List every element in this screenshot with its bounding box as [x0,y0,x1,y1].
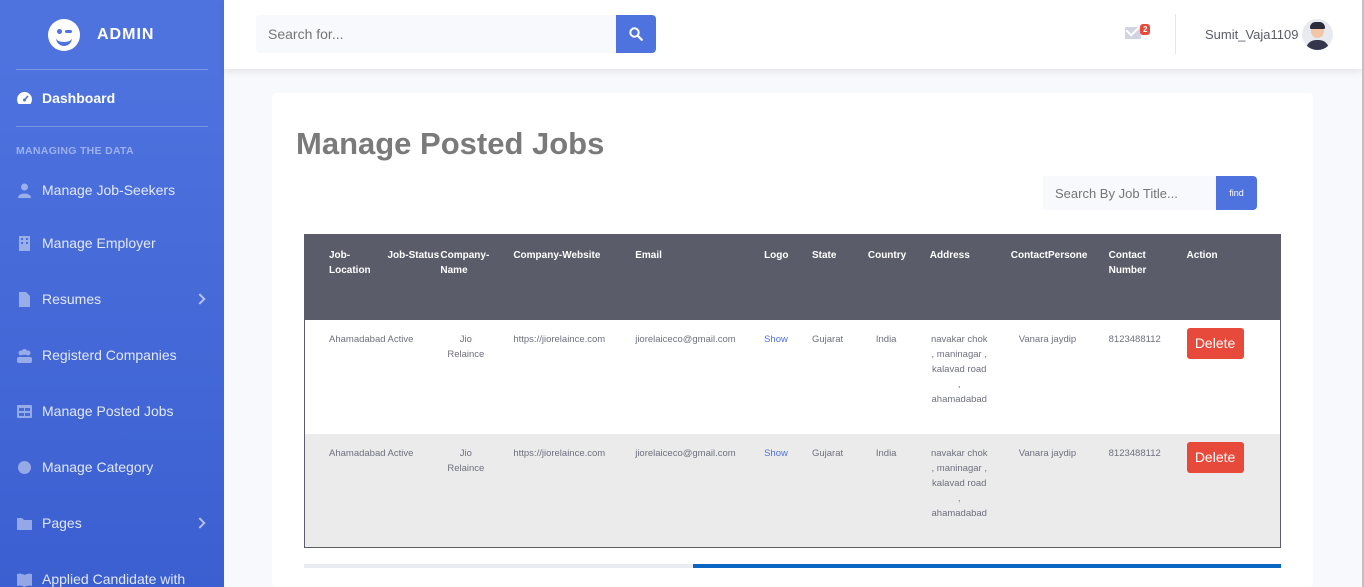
cell-location: Ahamadabad [304,319,388,434]
logo-show-link[interactable]: Show [764,319,812,434]
column-header: Contact Number [1108,234,1187,320]
cell-state: Gujarat [811,433,868,548]
cell-contact-number: 8123488112 [1108,433,1187,548]
table-header-row: Job-Location Job-Status Company-Name Com… [304,234,1281,320]
cell-email: jiorelaiceco@gmail.com [635,319,765,434]
sidebar-item-label: Resumes [42,291,102,307]
chevron-right-icon [194,293,206,305]
sidebar-item-label: Applied Candidate with [42,571,186,587]
logo-show-link[interactable]: Show [764,433,812,548]
cell-website: https://jiorelaince.com [513,433,636,548]
cell-email: jiorelaiceco@gmail.com [635,433,765,548]
column-header: Logo [764,234,812,320]
table-icon [16,404,33,419]
tachometer-icon [16,91,33,106]
delete-button[interactable]: Delete [1186,441,1244,473]
job-search: find [1043,176,1257,210]
cell-company: Jio Relaince [440,319,514,434]
cell-website: https://jiorelaince.com [513,319,636,434]
avatar[interactable] [1302,19,1333,50]
brand-name: ADMIN [97,25,155,43]
cell-country: India [867,433,930,548]
column-header: Action [1186,234,1281,320]
cell-country: India [867,319,930,434]
column-header: Job-Status [387,234,441,320]
cell-contact-person: Vanara jaydip [1010,319,1109,434]
column-header: Company-Name [440,234,514,320]
laugh-wink-icon [48,18,80,51]
sidebar-item-label: Dashboard [42,90,116,106]
table-row: Ahamadabad Active Jio Relaince https://j… [304,433,1281,548]
horizontal-scrollbar[interactable] [304,564,1281,568]
sidebar-item-category[interactable]: Manage Category [0,439,224,495]
sidebar-item-job-seekers[interactable]: Manage Job-Seekers [0,165,224,215]
cell-action: Delete [1186,433,1281,548]
user-icon [16,183,33,198]
sidebar-item-resumes[interactable]: Resumes [0,271,224,327]
find-button[interactable]: find [1216,176,1257,210]
sidebar-item-label: Pages [42,515,82,531]
sidebar-item-applied-candidate[interactable]: Applied Candidate with [0,551,224,587]
column-header: Address [929,234,1011,320]
cell-state: Gujarat [811,319,868,434]
sidebar-item-label: Manage Job-Seekers [42,182,176,198]
topbar: 2 Sumit_Vaja1109 [224,0,1362,69]
sidebar-item-employer[interactable]: Manage Employer [0,215,224,271]
column-header: Job-Location [304,234,388,320]
mail-badge: 2 [1140,24,1151,35]
circle-icon [16,460,33,475]
sidebar-item-label: Manage Category [42,459,154,475]
column-header: Company-Website [513,234,636,320]
user-name[interactable]: Sumit_Vaja1109 [1205,27,1298,42]
people-icon [16,348,33,363]
table-row: Ahamadabad Active Jio Relaince https://j… [304,319,1281,434]
jobs-table: Job-Location Job-Status Company-Name Com… [304,234,1281,548]
building-icon [16,235,33,251]
cell-contact-person: Vanara jaydip [1010,433,1109,548]
delete-button[interactable]: Delete [1186,327,1244,359]
column-header: ContactPersone [1010,234,1109,320]
column-header: State [811,234,868,320]
column-header: Email [635,234,765,320]
search-button[interactable] [616,15,656,53]
envelope-icon[interactable] [1125,27,1141,39]
sidebar-heading: MANAGING THE DATA [16,145,134,157]
cell-contact-number: 8123488112 [1108,319,1187,434]
sidebar-item-posted-jobs[interactable]: Manage Posted Jobs [0,383,224,439]
topbar-divider [1175,14,1176,54]
cell-location: Ahamadabad [304,433,388,548]
search-input[interactable] [256,15,616,53]
sidebar-item-label: Manage Posted Jobs [42,403,174,419]
cell-status: Active [387,433,441,548]
cell-action: Delete [1186,319,1281,434]
sidebar-item-companies[interactable]: Registerd Companies [0,327,224,383]
cell-company: Jio Relaince [440,433,514,548]
sidebar-item-dashboard[interactable]: Dashboard [0,70,224,126]
chevron-right-icon [194,517,206,529]
sidebar-item-pages[interactable]: Pages [0,495,224,551]
cell-status: Active [387,319,441,434]
file-icon [16,291,33,307]
page-title: Manage Posted Jobs [296,126,605,161]
sidebar-item-label: Registerd Companies [42,347,177,363]
topbar-search [256,15,656,53]
cell-address: navakar chok , maninagar , kalavad road … [929,319,1011,434]
job-search-input[interactable] [1043,176,1216,210]
sidebar: ADMIN Dashboard MANAGING THE DATA Manage… [0,0,224,587]
cell-address: navakar chok , maninagar , kalavad road … [929,433,1011,548]
sidebar-brand[interactable]: ADMIN [0,0,224,69]
scrollbar-thumb[interactable] [693,564,1281,568]
column-header: Country [867,234,930,320]
folder-icon [16,516,33,531]
book-icon [16,572,33,587]
search-icon [629,27,643,41]
sidebar-item-label: Manage Employer [42,235,156,251]
content-card: Manage Posted Jobs find Job-Location Job… [272,93,1313,587]
